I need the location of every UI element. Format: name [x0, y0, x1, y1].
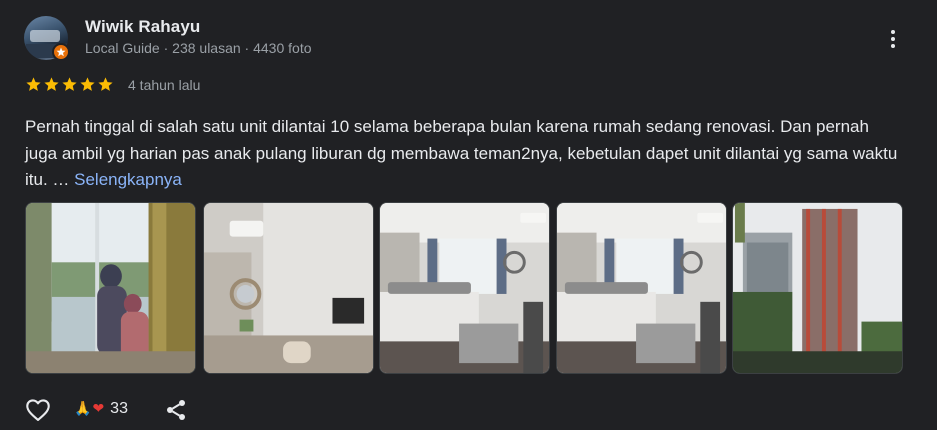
review-photo-4[interactable]: [556, 202, 727, 374]
window-view-photo: [26, 203, 195, 373]
reactions-summary[interactable]: 🙏 ❤ 33: [74, 400, 128, 418]
reviewer-avatar[interactable]: [24, 16, 70, 62]
review-card: Wiwik Rahayu Local Guide · 238 ulasan · …: [0, 0, 937, 430]
review-photo-1[interactable]: [25, 202, 196, 374]
share-button[interactable]: [164, 398, 188, 422]
read-more-link[interactable]: Selengkapnya: [74, 170, 182, 189]
reviewer-name[interactable]: Wiwik Rahayu: [85, 17, 200, 37]
review-text: Pernah tinggal di salah satu unit dilant…: [25, 114, 905, 194]
heart-emoji-icon: ❤: [92, 401, 105, 417]
review-actions: 🙏 ❤ 33: [24, 396, 224, 424]
star-icon: [62, 77, 77, 91]
star-icon: [80, 77, 95, 91]
review-photo-3[interactable]: [379, 202, 550, 374]
reviewer-meta: Local Guide · 238 ulasan · 4430 foto: [85, 40, 312, 56]
bedroom-photo: [380, 203, 549, 373]
more-options-button[interactable]: [880, 26, 906, 52]
star-icon: [26, 77, 41, 91]
bedroom-photo: [557, 203, 726, 373]
local-guide-badge-icon: [52, 43, 70, 61]
more-vert-icon: [891, 30, 895, 34]
star-rating: [25, 76, 114, 93]
room-wall-tv-photo: [204, 203, 373, 373]
building-exterior-photo: [733, 203, 902, 373]
review-photo-5[interactable]: [732, 202, 903, 374]
star-icon: [98, 77, 113, 91]
share-icon: [167, 400, 185, 420]
review-photo-2[interactable]: [203, 202, 374, 374]
heart-outline-icon: [26, 399, 50, 421]
reaction-count: 33: [110, 400, 128, 417]
like-button[interactable]: [24, 396, 52, 424]
star-icon: [44, 77, 59, 91]
review-time: 4 tahun lalu: [128, 77, 201, 93]
pray-emoji-icon: 🙏: [74, 401, 92, 417]
